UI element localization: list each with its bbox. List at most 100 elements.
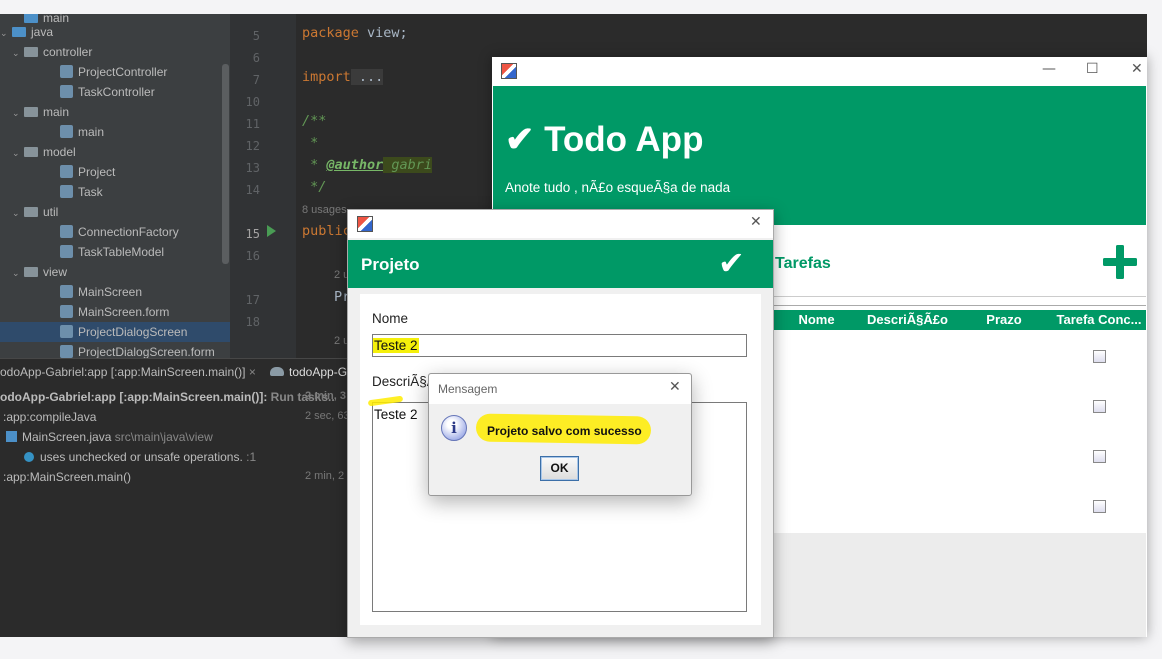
code-line-package[interactable]: package view; xyxy=(302,25,408,41)
table-header[interactable]: Nome xyxy=(774,310,860,330)
folder-icon xyxy=(12,27,26,37)
run-tab-1[interactable]: odoApp-Gabriel:app [:app:MainScreen.main… xyxy=(0,358,256,386)
run-tree-detail: src\main\java\view xyxy=(111,430,213,444)
description-label: DescriÃ§Ã xyxy=(372,374,436,389)
run-tree-item[interactable]: :app:MainScreen.main() 2 min, 2 xyxy=(3,470,344,484)
import-fold[interactable]: ... xyxy=(350,69,384,85)
java-app-icon xyxy=(501,63,517,79)
tree-item[interactable]: ⌄ java xyxy=(0,22,53,42)
tree-item-label: controller xyxy=(43,45,93,59)
run-tab-1-label: odoApp-Gabriel:app [:app:MainScreen.main… xyxy=(0,365,246,379)
close-icon[interactable]: × xyxy=(249,365,256,379)
close-icon[interactable]: ✕ xyxy=(669,379,681,395)
run-tree-item[interactable]: MainScreen.java src\main\java\view xyxy=(6,430,213,444)
tree-item-label: model xyxy=(43,145,76,159)
run-tab-2[interactable]: todoApp-G xyxy=(270,358,347,386)
tree-item[interactable]: ⌄ controller xyxy=(12,42,92,62)
task-complete-checkbox[interactable] xyxy=(1093,350,1106,363)
tree-item-label: ProjectDialogScreen xyxy=(78,325,188,339)
tree-item[interactable]: main xyxy=(48,122,104,142)
import-keyword: import xyxy=(302,69,351,85)
tree-item[interactable]: ⌄ model xyxy=(12,142,76,162)
dialog-title: Projeto xyxy=(361,255,420,274)
tree-item[interactable]: ⌄ util xyxy=(12,202,58,222)
table-header[interactable]: Prazo xyxy=(956,310,1053,330)
gradle-icon xyxy=(270,367,284,376)
tree-item[interactable]: TaskTableModel xyxy=(48,242,164,262)
run-tree-label: uses unchecked or unsafe operations. xyxy=(40,450,243,464)
folder-icon xyxy=(24,147,38,157)
message-titlebar[interactable]: Mensagem ✕ xyxy=(429,374,691,404)
code-line-public[interactable]: public xyxy=(302,223,351,239)
tree-item[interactable]: ProjectController xyxy=(48,62,167,82)
run-tree-time: 2 min, 3 xyxy=(305,390,346,402)
tree-scrollbar[interactable] xyxy=(222,64,229,264)
description-value: Teste 2 xyxy=(374,407,418,422)
author-name: gabri xyxy=(383,157,433,173)
info-icon: i xyxy=(441,415,467,441)
line-number: 14 xyxy=(245,183,260,197)
tree-item-label: util xyxy=(43,205,59,219)
ok-button[interactable]: OK xyxy=(540,456,579,481)
minimize-icon[interactable]: — xyxy=(1042,61,1056,77)
chevron-down-icon[interactable]: ⌄ xyxy=(12,143,24,163)
chevron-down-icon[interactable]: ⌄ xyxy=(12,263,24,283)
tree-item-label: Project xyxy=(78,165,116,179)
line-number: 12 xyxy=(245,139,260,153)
tree-item[interactable]: MainScreen.form xyxy=(48,302,169,322)
line-number: 6 xyxy=(252,51,260,65)
line-number: 11 xyxy=(245,117,260,131)
save-check-icon[interactable]: ✔ xyxy=(718,244,745,282)
close-icon[interactable]: ✕ xyxy=(1131,61,1143,77)
tree-item[interactable]: ⌄ view xyxy=(12,262,67,282)
add-task-icon[interactable] xyxy=(1103,245,1137,279)
chevron-down-icon[interactable]: ⌄ xyxy=(12,103,24,123)
comment-close: */ xyxy=(302,179,327,195)
run-tree-item[interactable]: uses unchecked or unsafe operations. :1 xyxy=(24,450,256,464)
tree-item-label: ProjectController xyxy=(78,65,168,79)
chevron-down-icon[interactable]: ⌄ xyxy=(0,23,12,43)
task-complete-checkbox[interactable] xyxy=(1093,400,1106,413)
run-gutter-icon[interactable] xyxy=(267,225,276,237)
table-header[interactable]: DescriÃ§Ã£o xyxy=(859,310,957,330)
line-number: 7 xyxy=(252,73,260,87)
close-icon[interactable]: ✕ xyxy=(750,214,762,230)
comment-prefix: * xyxy=(302,157,327,173)
table-header[interactable]: Tarefa Conc... xyxy=(1052,310,1147,330)
tree-item[interactable]: MainScreen xyxy=(48,282,142,302)
chevron-down-icon[interactable]: ⌄ xyxy=(12,43,24,63)
tree-item[interactable]: Task xyxy=(48,182,103,202)
app-title: ✔ Todo App xyxy=(505,120,703,160)
run-tree-item[interactable]: :app:compileJava 2 sec, 63 xyxy=(3,410,350,424)
package-keyword: package xyxy=(302,25,359,41)
tree-item-label: TaskController xyxy=(78,85,155,99)
dialog-titlebar[interactable]: ✕ xyxy=(348,210,773,238)
task-complete-checkbox[interactable] xyxy=(1093,450,1106,463)
main-titlebar[interactable]: — ☐ ✕ xyxy=(492,57,1147,85)
run-tree-item[interactable]: odoApp-Gabriel:app [:app:MainScreen.main… xyxy=(0,390,346,404)
class-icon xyxy=(60,325,73,338)
run-tree-label: :app:MainScreen.main() xyxy=(3,470,132,484)
line-number: 15 xyxy=(245,227,260,241)
tree-item[interactable]: Project xyxy=(48,162,115,182)
tree-item[interactable]: TaskController xyxy=(48,82,155,102)
app-subtitle: Anote tudo , nÃ£o esqueÃ§a de nada xyxy=(505,180,731,195)
comment-open: /** xyxy=(302,113,327,129)
run-tree-label: :app:compileJava xyxy=(3,410,97,424)
maximize-icon[interactable]: ☐ xyxy=(1086,61,1099,77)
tree-item[interactable]: ⌄ main xyxy=(12,102,69,122)
info-icon xyxy=(24,452,34,462)
folder-icon xyxy=(24,207,38,217)
usages-hint[interactable]: 8 usages xyxy=(302,204,347,216)
message-text: Projeto salvo com sucesso xyxy=(487,424,642,438)
task-complete-checkbox[interactable] xyxy=(1093,500,1106,513)
tree-item[interactable]: ConnectionFactory xyxy=(48,222,179,242)
code-line-import[interactable]: import ... xyxy=(302,69,384,85)
file-icon xyxy=(6,431,17,442)
dialog-header: Projeto ✔ xyxy=(348,240,773,288)
name-input[interactable]: Teste 2 xyxy=(372,334,747,357)
class-icon xyxy=(60,125,73,138)
chevron-down-icon[interactable]: ⌄ xyxy=(12,203,24,223)
class-icon xyxy=(60,245,73,258)
name-input-value: Teste 2 xyxy=(373,338,419,353)
